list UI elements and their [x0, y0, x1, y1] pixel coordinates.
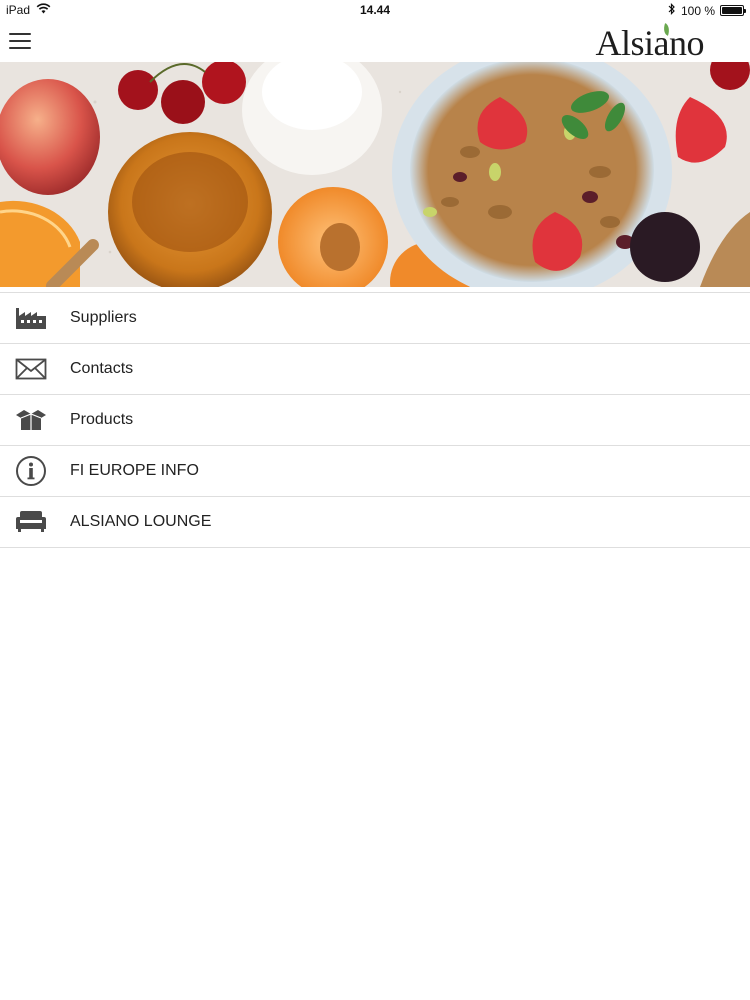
- bluetooth-icon: [668, 3, 676, 18]
- menu-item-label: Contacts: [70, 360, 134, 377]
- menu-item-label: Products: [70, 411, 134, 428]
- hero-banner-image: [0, 62, 750, 287]
- status-time: 14.44: [359, 3, 391, 17]
- sofa-icon: [0, 497, 70, 548]
- hamburger-menu-icon[interactable]: [9, 31, 31, 51]
- menu-item-fi-europe-info[interactable]: FI EUROPE INFO: [0, 446, 750, 497]
- factory-icon: [0, 293, 70, 344]
- brand-logo: Alsiano: [595, 23, 705, 63]
- box-icon: [0, 395, 70, 446]
- main-menu-list: Suppliers Contacts Products FI EUROPE IN…: [0, 292, 750, 548]
- menu-item-label: Suppliers: [70, 309, 137, 326]
- status-right: 100 %: [668, 3, 746, 18]
- app-header: Alsiano: [0, 22, 750, 63]
- status-bar: iPad 14.44 100 %: [0, 0, 750, 22]
- envelope-icon: [0, 344, 70, 395]
- menu-item-label: FI EUROPE INFO: [70, 462, 199, 479]
- battery-text: 100 %: [680, 3, 715, 18]
- info-icon: [0, 446, 70, 497]
- menu-item-contacts[interactable]: Contacts: [0, 344, 750, 395]
- menu-item-alsiano-lounge[interactable]: ALSIANO LOUNGE: [0, 497, 750, 548]
- battery-level-fill: [722, 7, 742, 14]
- battery-icon: [720, 5, 746, 16]
- menu-item-suppliers[interactable]: Suppliers: [0, 293, 750, 344]
- menu-item-products[interactable]: Products: [0, 395, 750, 446]
- menu-item-label: ALSIANO LOUNGE: [70, 513, 212, 530]
